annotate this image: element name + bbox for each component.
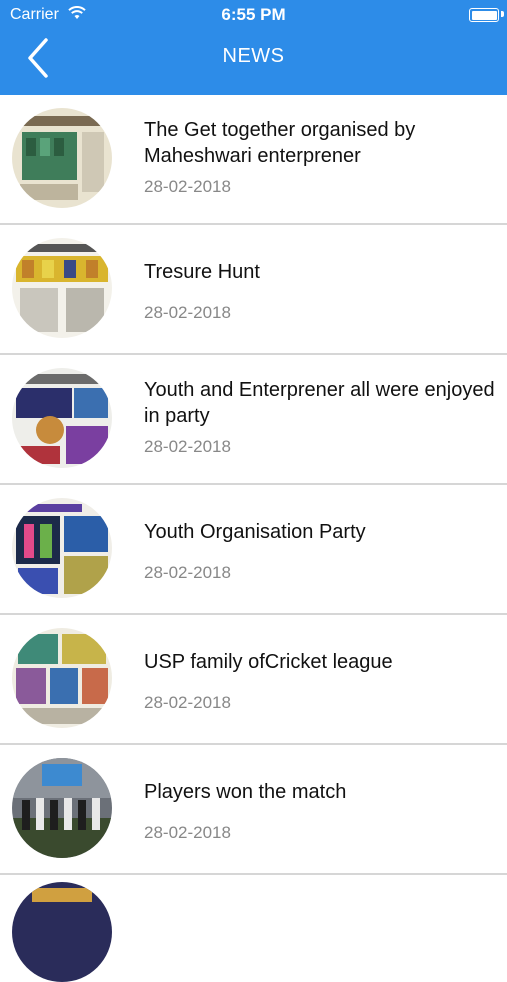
news-thumbnail [12,498,112,598]
news-item[interactable]: USP family ofCricket league 28-02-2018 [0,615,507,745]
news-title: Youth and Enterprener all were enjoyed i… [144,379,495,427]
news-date: 28-02-2018 [144,563,231,582]
news-item[interactable]: The Get together organised by Maheshwari… [0,95,507,225]
news-thumbnail [12,758,112,858]
news-date: 28-02-2018 [144,693,231,712]
news-thumbnail [12,108,112,208]
news-title: Players won the match [144,781,347,803]
news-item[interactable]: Tresure Hunt 28-02-2018 [0,225,507,355]
page-title: NEWS [222,45,285,67]
news-thumbnail [12,238,112,338]
battery-tip [501,11,504,17]
news-item-partial[interactable] [0,872,507,982]
news-item[interactable]: Youth and Enterprener all were enjoyed i… [0,355,507,485]
navigation-bar: Carrier 6:55 PM NEWS [0,0,507,95]
news-date: 28-02-2018 [144,177,231,196]
news-item[interactable]: Youth Organisation Party 28-02-2018 [0,485,507,615]
news-title: Youth Organisation Party [144,521,366,543]
news-title: The Get together organised by Maheshwari… [144,119,416,167]
news-title: Tresure Hunt [144,261,260,283]
news-item[interactable]: Players won the match 28-02-2018 [0,745,507,875]
news-date: 28-02-2018 [144,437,231,456]
battery-icon [469,8,499,22]
news-title: USP family ofCricket league [144,651,393,673]
news-thumbnail [12,628,112,728]
news-date: 28-02-2018 [144,303,231,322]
news-date: 28-02-2018 [144,823,231,842]
news-thumbnail [12,368,112,468]
news-thumbnail [12,882,112,982]
status-bar: Carrier 6:55 PM [0,0,507,30]
news-list: The Get together organised by Maheshwari… [0,95,507,875]
clock: 6:55 PM [221,5,286,24]
